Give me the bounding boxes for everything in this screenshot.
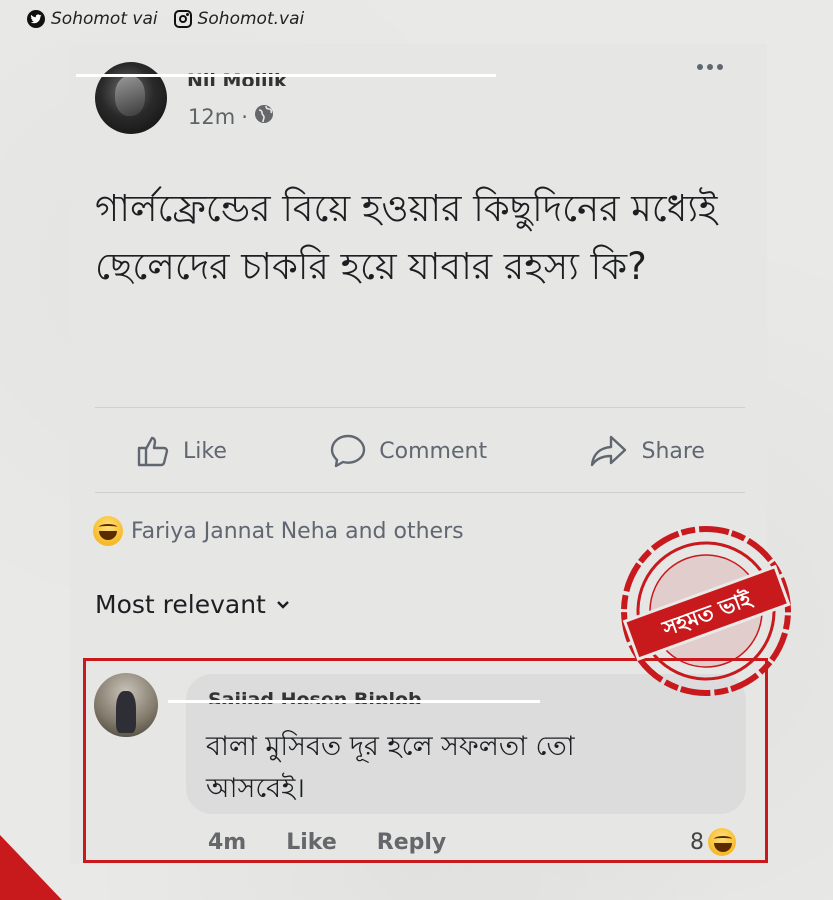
instagram-handle-label: Sohomot.vai: [197, 9, 305, 29]
name-redaction-line: [76, 74, 496, 77]
sort-label-text: Most relevant: [95, 590, 266, 619]
divider-top: [95, 407, 745, 408]
like-button[interactable]: Like: [135, 433, 227, 469]
globe-icon[interactable]: [254, 104, 274, 129]
comment-bubble-icon: [331, 434, 366, 468]
post-time[interactable]: 12m: [188, 105, 235, 129]
share-label: Share: [641, 438, 705, 464]
instagram-handle[interactable]: Sohomot.vai: [173, 9, 305, 29]
comment-sort-dropdown[interactable]: Most relevant: [95, 590, 290, 619]
instagram-icon: [173, 10, 192, 28]
share-arrow-icon: [591, 435, 627, 467]
poster-avatar[interactable]: [95, 62, 167, 134]
more-options-icon[interactable]: [697, 64, 723, 70]
chevron-down-icon: [276, 600, 289, 609]
social-handles: Sohomot vai Sohomot.vai: [27, 9, 304, 29]
meta-separator: ·: [241, 104, 248, 129]
twitter-handle[interactable]: Sohomot vai: [27, 9, 158, 29]
reactions-summary-text: Fariya Jannat Neha and others: [131, 518, 464, 544]
post-meta: 12m ·: [188, 104, 274, 129]
twitter-handle-label: Sohomot vai: [51, 9, 158, 29]
haha-reaction-icon: [93, 516, 123, 546]
thumbs-up-icon: [137, 436, 169, 467]
post-text: গার্লফ্রেন্ডের বিয়ে হওয়ার কিছুদিনের মধ…: [95, 187, 718, 288]
like-label: Like: [183, 438, 227, 464]
corner-accent: [0, 835, 62, 900]
post-action-bar: Like Comment Share: [95, 425, 745, 477]
divider-bottom: [95, 492, 745, 493]
comment-button[interactable]: Comment: [329, 433, 487, 469]
comment-label: Comment: [379, 438, 488, 464]
share-button[interactable]: Share: [589, 433, 705, 469]
twitter-icon: [27, 10, 45, 28]
reactions-summary[interactable]: Fariya Jannat Neha and others: [93, 516, 464, 546]
